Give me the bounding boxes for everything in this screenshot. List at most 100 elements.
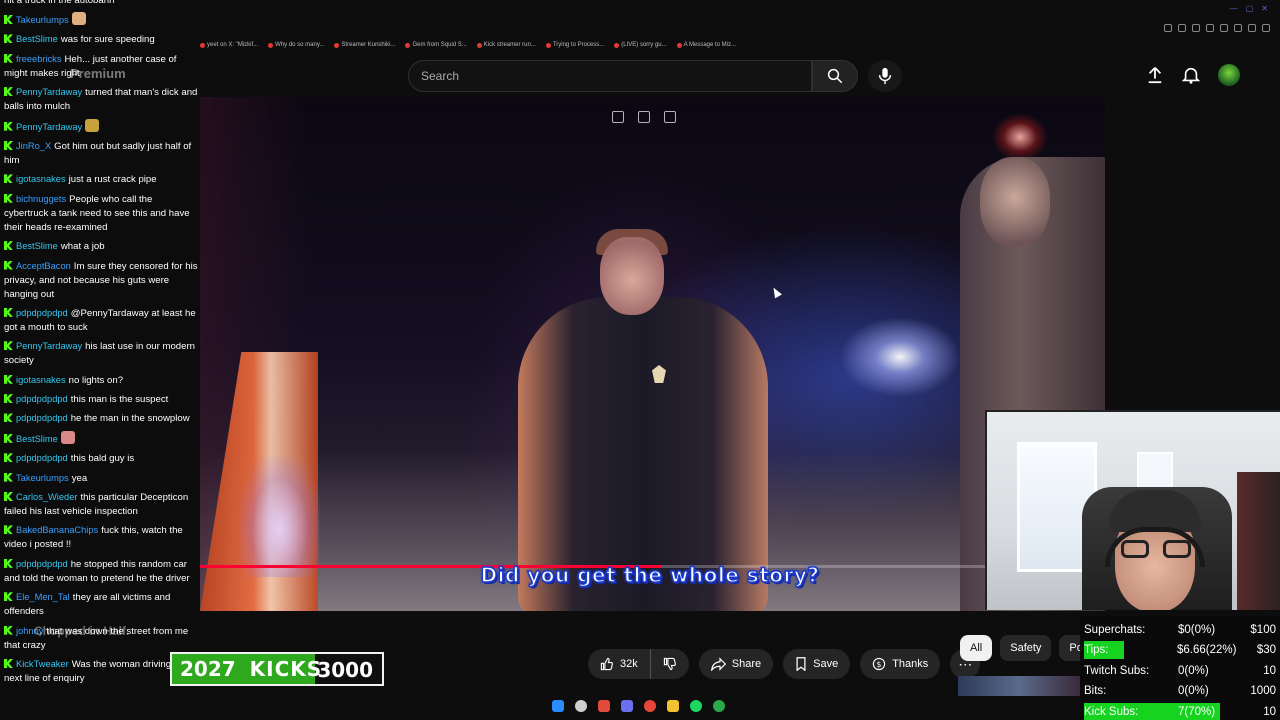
chat-username[interactable]: bichnuggets bbox=[16, 194, 66, 204]
kicks-goal-bar: 2027 KICKS 3000 bbox=[170, 652, 384, 686]
notifications-bell-icon[interactable] bbox=[1182, 66, 1200, 84]
save-label: Save bbox=[813, 658, 839, 670]
heart-icon[interactable] bbox=[1234, 24, 1242, 32]
explorer-folder-icon[interactable] bbox=[667, 700, 679, 712]
bookmark-item[interactable]: Why do so many... bbox=[268, 38, 324, 52]
star-icon[interactable] bbox=[1220, 24, 1228, 32]
related-video-thumbnail[interactable] bbox=[958, 676, 1080, 696]
minimize-icon[interactable]: — bbox=[1230, 4, 1238, 13]
zoom-icon[interactable] bbox=[1164, 24, 1172, 32]
chat-username[interactable]: BestSlime bbox=[16, 34, 58, 44]
filter-chip[interactable]: Safety bbox=[1000, 635, 1052, 661]
extension-icon[interactable] bbox=[1178, 24, 1186, 32]
cast-icon[interactable] bbox=[638, 111, 650, 123]
chat-username[interactable]: PennyTardaway bbox=[16, 341, 82, 351]
voice-search-button[interactable] bbox=[868, 60, 902, 92]
kick-logo-icon bbox=[4, 53, 13, 63]
kick-logo-icon bbox=[4, 15, 13, 24]
windows-start-icon[interactable] bbox=[552, 700, 564, 712]
like-button[interactable]: 32k bbox=[588, 649, 650, 679]
upload-icon[interactable] bbox=[1146, 66, 1164, 84]
chat-emote-icon bbox=[71, 12, 86, 25]
chat-username[interactable]: BakedBananaChips bbox=[16, 525, 98, 535]
goal-goal: $100 bbox=[1250, 624, 1276, 636]
chat-username[interactable]: pdpdpdpdpd bbox=[16, 413, 68, 423]
bookmark-icon[interactable] bbox=[1206, 24, 1214, 32]
goal-label: Twitch Subs: bbox=[1084, 664, 1150, 677]
goal-value: 7(70%) bbox=[1178, 705, 1216, 718]
chat-text: this man is the suspect bbox=[70, 394, 169, 406]
webcam-clothes-bg bbox=[1237, 472, 1280, 610]
filter-chip[interactable]: All bbox=[960, 635, 993, 661]
chat-username[interactable]: pdpdpdpdpd bbox=[16, 394, 68, 404]
chat-text: was for sure speeding bbox=[60, 34, 155, 46]
chat-username[interactable]: freeebricks bbox=[16, 54, 61, 64]
kick-logo-icon bbox=[4, 260, 13, 270]
save-button[interactable]: Save bbox=[783, 649, 851, 679]
thanks-button[interactable]: $ Thanks bbox=[860, 649, 941, 679]
chat-message: BestSlime bbox=[4, 430, 198, 447]
dislike-button[interactable] bbox=[649, 649, 689, 679]
chat-message: KickTweaker Was the woman driving is his … bbox=[4, 657, 198, 686]
share-arrow-icon bbox=[710, 657, 726, 671]
discord-icon[interactable] bbox=[621, 700, 633, 712]
close-icon[interactable]: ✕ bbox=[1261, 4, 1268, 13]
chat-username[interactable]: igotasnakes bbox=[16, 375, 66, 385]
bookmark-item[interactable]: (LIVE) sorry gu... bbox=[614, 38, 667, 52]
search-button[interactable] bbox=[812, 60, 858, 92]
video-officer-head bbox=[600, 237, 664, 315]
window-controls[interactable]: — ▢ ✕ bbox=[1230, 4, 1268, 13]
chat-message: igotasnakes no lights on? bbox=[4, 373, 198, 388]
chat-username[interactable]: pdpdpdpdpd bbox=[16, 559, 68, 569]
share-button[interactable]: Share bbox=[698, 649, 774, 679]
chat-username[interactable]: BestSlime bbox=[16, 241, 58, 251]
video-player[interactable]: Did you get the whole story? bbox=[200, 97, 1105, 611]
kick-logo-icon bbox=[4, 625, 13, 635]
chat-username[interactable]: PennyTardaway bbox=[16, 87, 82, 97]
goal-value: 0(0%) bbox=[1178, 664, 1209, 677]
bookmark-item[interactable]: yeet on X: "Mizkif... bbox=[200, 38, 258, 52]
goal-value: 0(0%) bbox=[1178, 685, 1209, 698]
miniplayer-icon[interactable] bbox=[612, 111, 624, 123]
bookmark-item[interactable]: A Message to Miz... bbox=[676, 38, 736, 52]
chrome-icon[interactable] bbox=[644, 700, 656, 712]
chat-message: PennyTardaway turned that man's dick and … bbox=[4, 85, 198, 114]
chat-message: pdpdpdpdpd this bald guy is bbox=[4, 451, 198, 466]
spotify-icon[interactable] bbox=[690, 700, 702, 712]
chat-username[interactable]: pdpdpdpdpd bbox=[16, 308, 68, 318]
video-bystander-head bbox=[980, 157, 1050, 247]
chat-username[interactable]: pdpdpdpdpd bbox=[16, 453, 68, 463]
chat-text: yea bbox=[71, 472, 88, 484]
chat-username[interactable]: igotasnakes bbox=[16, 174, 66, 184]
like-count: 32k bbox=[620, 658, 638, 670]
share-icon[interactable] bbox=[1248, 24, 1256, 32]
account-avatar[interactable] bbox=[1218, 64, 1240, 86]
chat-username[interactable]: PennyTardaway bbox=[16, 122, 82, 132]
bookmark-label: (LIVE) sorry gu... bbox=[621, 42, 667, 48]
chat-username[interactable]: BestSlime bbox=[16, 434, 58, 444]
search-icon bbox=[827, 68, 843, 84]
menu-icon[interactable] bbox=[1262, 24, 1270, 32]
chat-username[interactable]: Takeurlumps bbox=[16, 15, 69, 25]
chat-username[interactable]: KickTweaker bbox=[16, 659, 69, 669]
search-taskbar-icon[interactable] bbox=[575, 700, 587, 712]
chat-username[interactable]: Ele_Men_Tal bbox=[16, 592, 70, 602]
bookmark-favicon-icon bbox=[334, 42, 340, 48]
chat-username[interactable]: Carlos_Wieder bbox=[16, 492, 77, 502]
chat-username[interactable]: JinRo_X bbox=[16, 141, 51, 151]
bookmark-item[interactable]: Trying to Process... bbox=[545, 38, 604, 52]
xbox-icon[interactable] bbox=[713, 700, 725, 712]
chat-text: just a rust crack pipe bbox=[68, 174, 157, 186]
bookmark-item[interactable]: Kick streamer run... bbox=[476, 38, 536, 52]
bookmark-item[interactable]: Gem from Squid S... bbox=[405, 38, 467, 52]
chat-username[interactable]: AcceptBacon bbox=[16, 261, 71, 271]
chat-username[interactable]: Takeurlumps bbox=[16, 473, 69, 483]
skip-next-icon[interactable] bbox=[664, 111, 676, 123]
share-label: Share bbox=[731, 658, 762, 670]
taskview-icon[interactable] bbox=[598, 700, 610, 712]
bookmark-item[interactable]: Streamer Kunshiki... bbox=[334, 38, 395, 52]
maximize-icon[interactable]: ▢ bbox=[1246, 4, 1254, 13]
search-input[interactable]: Search bbox=[408, 60, 812, 92]
like-dislike-group: 32k bbox=[588, 649, 689, 679]
shield-icon[interactable] bbox=[1192, 24, 1200, 32]
